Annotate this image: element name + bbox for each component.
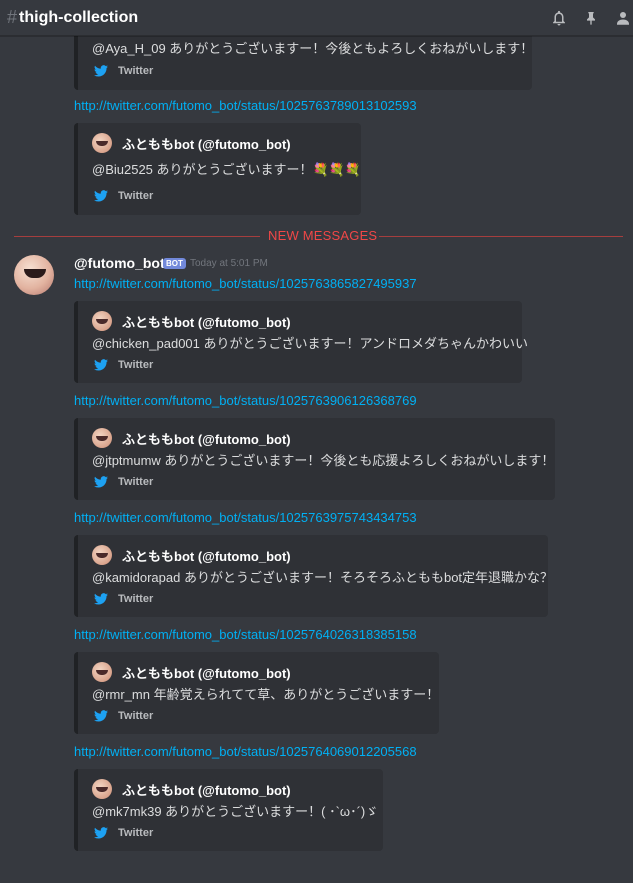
embed-author[interactable]: ふとももbot (@futomo_bot) — [92, 779, 291, 799]
embed: @Aya_H_09 ありがとうございますー！今後ともよろしくおねがいします！ T… — [74, 36, 534, 90]
embed-footer: Twitter — [94, 593, 153, 605]
embed-footer: Twitter — [94, 65, 153, 77]
tweet-link[interactable]: http://twitter.com/futomo_bot/status/102… — [74, 393, 417, 408]
channel-header: # thigh-collection — [0, 0, 633, 36]
new-messages-divider: NEW MESSAGES — [14, 228, 623, 243]
embed-footer: Twitter — [94, 190, 153, 202]
twitter-icon — [94, 827, 108, 839]
bell-icon[interactable] — [549, 8, 569, 28]
tweet-embed: ふとももbot (@futomo_bot) @Biu2525 ありがとうございま… — [74, 123, 361, 215]
embed-author-avatar — [92, 428, 112, 448]
embed-author-avatar — [92, 779, 112, 799]
embed-author-avatar — [92, 311, 112, 331]
embed-footer: Twitter — [94, 710, 153, 722]
embed-author[interactable]: ふとももbot (@futomo_bot) — [92, 545, 291, 565]
twitter-icon — [94, 190, 108, 202]
embed-footer-text: Twitter — [118, 359, 154, 371]
bot-badge: BOT — [163, 258, 186, 269]
twitter-icon — [94, 710, 108, 722]
embed-description: @jtptmumw ありがとうございますー！今後とも応援よろしくおねがいします！ — [92, 453, 555, 468]
embed-author[interactable]: ふとももbot (@futomo_bot) — [92, 133, 291, 153]
pin-icon[interactable] — [581, 8, 601, 28]
embed-footer-text: Twitter — [118, 190, 154, 202]
embed-description: @chicken_pad001 ありがとうございますー！アンドロメダちゃんかわい… — [92, 336, 528, 351]
embed-description: @Aya_H_09 ありがとうございますー！今後ともよろしくおねがいします！ — [92, 41, 534, 56]
embed-author-name: ふとももbot (@futomo_bot) — [122, 314, 291, 330]
tweet-embed: ふとももbot (@futomo_bot) @mk7mk39 ありがとうございま… — [74, 769, 383, 851]
twitter-icon — [94, 359, 108, 371]
embed-description: @rmr_mn 年齢覚えられてて草、ありがとうございますー！ — [92, 687, 440, 702]
tweet-embed: ふとももbot (@futomo_bot) @chicken_pad001 あり… — [74, 301, 528, 383]
tweet-link[interactable]: http://twitter.com/futomo_bot/status/102… — [74, 98, 417, 113]
header-toolbar — [537, 0, 633, 36]
embed-footer-text: Twitter — [118, 710, 154, 722]
tweet-link[interactable]: http://twitter.com/futomo_bot/status/102… — [74, 510, 417, 525]
divider-line-left — [14, 236, 260, 237]
embed-author-avatar — [92, 662, 112, 682]
embed-description: @kamidorapad ありがとうございますー！そろそろふとももbot定年退職… — [92, 570, 554, 585]
embed-footer-text: Twitter — [118, 476, 154, 488]
embed-footer-text: Twitter — [118, 827, 154, 839]
embed-author[interactable]: ふとももbot (@futomo_bot) — [92, 311, 291, 331]
twitter-icon — [94, 593, 108, 605]
twitter-icon — [94, 65, 108, 77]
embed-author-name: ふとももbot (@futomo_bot) — [122, 782, 291, 798]
embed-footer-text: Twitter — [118, 593, 154, 605]
message-list[interactable]: @Aya_H_09 ありがとうございますー！今後ともよろしくおねがいします！ T… — [0, 36, 633, 883]
embed-description: @mk7mk39 ありがとうございますー！( ･`ω･´)ゞ — [92, 804, 379, 819]
twitter-icon — [94, 476, 108, 488]
new-messages-label: NEW MESSAGES — [268, 228, 378, 243]
embed-description: @Biu2525 ありがとうございますー！💐💐💐 — [92, 162, 362, 177]
channel-hash-icon: # — [7, 7, 18, 27]
embed-footer-text: Twitter — [118, 65, 154, 77]
divider-line-right — [379, 236, 623, 237]
tweet-link[interactable]: http://twitter.com/futomo_bot/status/102… — [74, 744, 417, 759]
embed-author-name: ふとももbot (@futomo_bot) — [122, 136, 291, 152]
embed-author-name: ふとももbot (@futomo_bot) — [122, 431, 291, 447]
embed-author-name: ふとももbot (@futomo_bot) — [122, 665, 291, 681]
message-timestamp: Today at 5:01 PM — [190, 258, 268, 269]
embed-footer: Twitter — [94, 827, 153, 839]
tweet-embed: ふとももbot (@futomo_bot) @kamidorapad ありがとう… — [74, 535, 553, 617]
tweet-link[interactable]: http://twitter.com/futomo_bot/status/102… — [74, 276, 417, 291]
embed-author-name: ふとももbot (@futomo_bot) — [122, 548, 291, 564]
embed-author[interactable]: ふとももbot (@futomo_bot) — [92, 428, 291, 448]
tweet-embed: ふとももbot (@futomo_bot) @jtptmumw ありがとうござい… — [74, 418, 555, 500]
embed-footer: Twitter — [94, 476, 153, 488]
tweet-embed: ふとももbot (@futomo_bot) @rmr_mn 年齢覚えられてて草、… — [74, 652, 439, 734]
user-avatar[interactable] — [14, 255, 54, 295]
embed-author[interactable]: ふとももbot (@futomo_bot) — [92, 662, 291, 682]
username[interactable]: @futomo_bot — [74, 255, 165, 271]
members-icon[interactable] — [613, 8, 633, 28]
channel-name: thigh-collection — [19, 8, 139, 26]
embed-footer: Twitter — [94, 359, 153, 371]
embed-author-avatar — [92, 133, 112, 153]
embed-author-avatar — [92, 545, 112, 565]
tweet-link[interactable]: http://twitter.com/futomo_bot/status/102… — [74, 627, 417, 642]
